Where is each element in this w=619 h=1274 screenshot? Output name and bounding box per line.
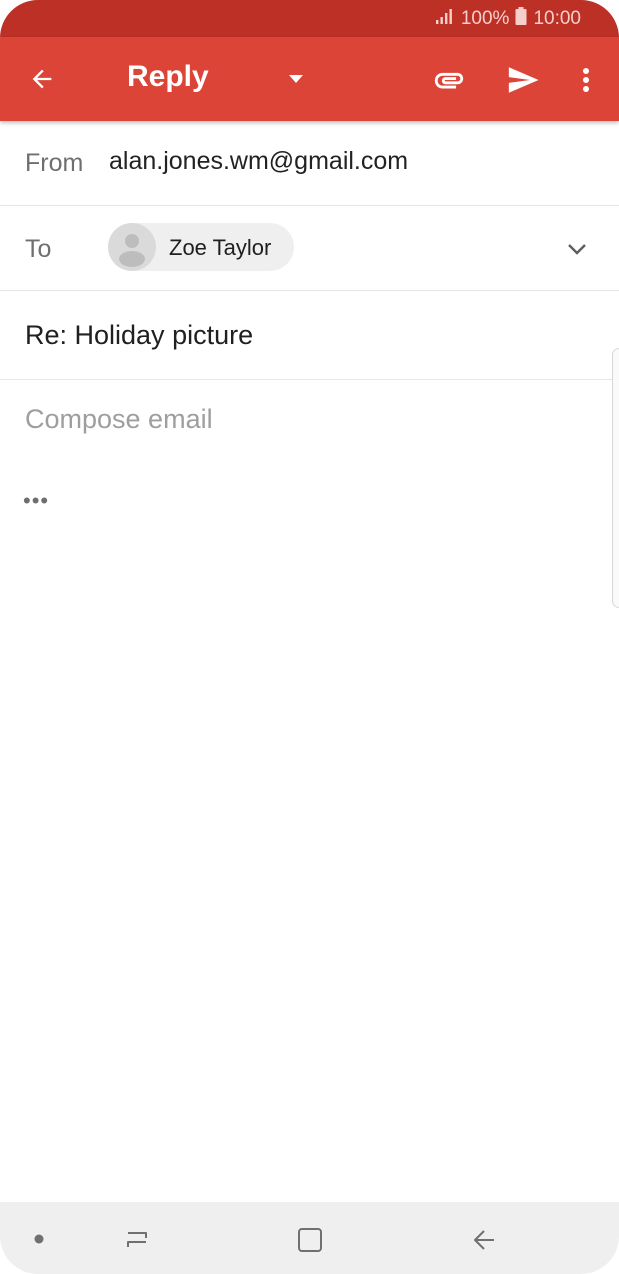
from-label: From bbox=[25, 149, 84, 177]
subject-field[interactable]: Re: Holiday picture bbox=[25, 320, 253, 351]
more-options-icon[interactable] bbox=[570, 59, 602, 101]
battery-icon bbox=[515, 7, 527, 31]
compose-email-field[interactable]: Compose email bbox=[25, 404, 213, 435]
show-quoted-text-button[interactable]: ••• bbox=[23, 488, 49, 514]
clock: 10:00 bbox=[533, 8, 581, 29]
battery-percent: 100% bbox=[460, 8, 510, 29]
recent-apps-icon[interactable] bbox=[120, 1224, 156, 1256]
home-icon[interactable] bbox=[292, 1222, 328, 1258]
signal-icon bbox=[435, 8, 455, 30]
phone-screen: 100% 10:00 Reply From alan.jones.wm@gmai… bbox=[0, 0, 619, 1274]
reply-title[interactable]: Reply bbox=[127, 60, 209, 94]
edge-panel-handle[interactable] bbox=[612, 348, 619, 608]
avatar bbox=[108, 223, 156, 271]
status-bar: 100% 10:00 bbox=[0, 0, 619, 37]
dropdown-icon[interactable] bbox=[282, 65, 310, 93]
send-icon[interactable] bbox=[501, 58, 545, 102]
attach-icon[interactable] bbox=[428, 59, 470, 101]
navigation-bar bbox=[0, 1202, 619, 1274]
recipient-chip[interactable]: Zoe Taylor bbox=[108, 223, 294, 271]
app-bar: Reply bbox=[0, 37, 619, 121]
back-icon[interactable] bbox=[466, 1222, 502, 1258]
back-arrow-icon[interactable] bbox=[22, 59, 62, 99]
to-label: To bbox=[25, 235, 52, 263]
to-row[interactable]: To bbox=[0, 206, 619, 291]
recipient-name: Zoe Taylor bbox=[169, 235, 272, 260]
dot-icon[interactable] bbox=[28, 1228, 50, 1250]
chevron-down-icon[interactable] bbox=[560, 232, 594, 266]
status-indicators: 100% 10:00 bbox=[435, 7, 581, 31]
from-email[interactable]: alan.jones.wm@gmail.com bbox=[109, 147, 408, 176]
